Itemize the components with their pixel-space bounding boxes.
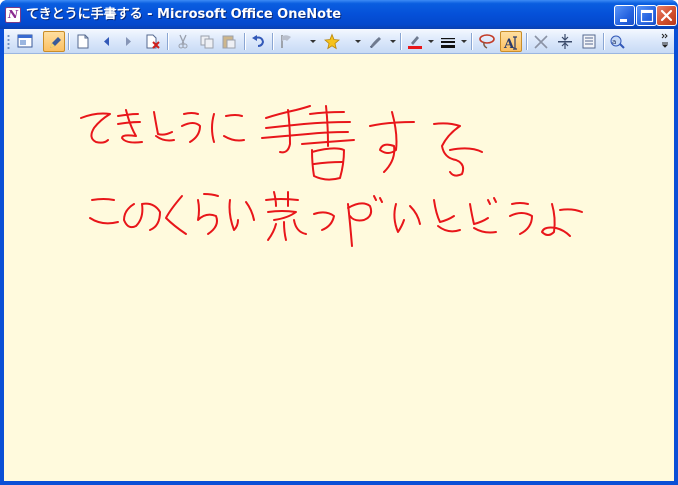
ink-stroke (261, 105, 311, 154)
ink-stroke (347, 195, 383, 247)
forward-icon (126, 37, 131, 46)
ink-stroke (509, 202, 533, 235)
pen-mode-icon (50, 37, 61, 48)
toolbar-separator (272, 33, 273, 50)
cut-icon (178, 34, 188, 49)
page-icon (582, 34, 596, 49)
toolbar-separator (526, 33, 527, 50)
star-tag-dropdown-arrow[interactable] (355, 40, 361, 43)
ink-stroke (301, 105, 355, 147)
insert-space-button[interactable] (554, 31, 576, 52)
ink-stroke (393, 203, 421, 233)
toolbar-separator (244, 33, 245, 50)
new-page-button[interactable] (72, 31, 94, 52)
back-icon (104, 37, 109, 46)
text-pen-toggle-button[interactable]: A (500, 31, 522, 52)
lasso-select-button[interactable] (476, 31, 498, 52)
ink-stroke (117, 109, 143, 144)
paste-button[interactable] (218, 31, 240, 52)
note-canvas[interactable] (4, 54, 674, 481)
text-pen-toggle-icon: A (503, 36, 517, 51)
font-color-dropdown-arrow[interactable] (428, 40, 434, 43)
minimize-button[interactable] (614, 5, 635, 26)
undo-icon (252, 35, 265, 47)
pen-dropdown-arrow[interactable] (390, 40, 396, 43)
flag-dropdown-arrow[interactable] (310, 40, 316, 43)
window-title: てきとうに手書する - Microsoft Office OneNote (26, 7, 342, 22)
ink-stroke (433, 199, 461, 233)
toolbar-separator (603, 33, 604, 50)
eraser-icon (534, 35, 548, 49)
lasso-select-icon (479, 34, 495, 49)
flag-icon (281, 35, 291, 48)
delete-page-button[interactable] (142, 31, 164, 52)
onenote-icon[interactable]: N (5, 7, 21, 23)
back-button[interactable] (96, 31, 118, 52)
toolbar-grip[interactable] (7, 34, 10, 49)
minimize-icon (620, 19, 627, 22)
line-style-icon (441, 38, 455, 48)
ink-stroke (197, 193, 219, 235)
window-bottom-border (0, 481, 678, 485)
ink-stroke (469, 197, 497, 234)
handwriting-ink[interactable] (4, 54, 674, 481)
pen-button[interactable] (365, 31, 387, 52)
research-icon: a (610, 35, 625, 49)
ink-stroke (165, 195, 187, 235)
line-style-button[interactable] (437, 31, 459, 52)
cut-button[interactable] (172, 31, 194, 52)
page-button[interactable] (578, 31, 600, 52)
ink-stroke (123, 202, 161, 231)
ink-stroke (181, 112, 201, 143)
flag-button[interactable] (276, 31, 298, 52)
ink-stroke (369, 111, 415, 173)
ink-stroke (541, 203, 583, 237)
close-button[interactable] (656, 5, 677, 26)
ink-stroke (153, 111, 175, 142)
toolbar-separator (400, 33, 401, 50)
paste-icon (222, 35, 236, 49)
insert-space-icon (558, 34, 572, 49)
new-page-icon (77, 34, 89, 49)
ink-stroke (89, 198, 119, 225)
onenote-window: N てきとうに手書する - Microsoft Office OneNote A… (0, 0, 678, 485)
ink-stroke (433, 122, 483, 177)
ink-stroke (211, 113, 245, 143)
full-page-view-button[interactable] (14, 31, 36, 52)
ink-stroke (311, 147, 345, 181)
ink-stroke (313, 211, 335, 231)
eraser-button[interactable] (530, 31, 552, 52)
ink-stroke (265, 191, 307, 241)
maximize-icon (640, 9, 654, 23)
title-bar[interactable]: N てきとうに手書する - Microsoft Office OneNote (0, 0, 678, 29)
full-page-view-icon (17, 34, 33, 48)
line-style-dropdown-arrow[interactable] (461, 40, 467, 43)
copy-button[interactable] (196, 31, 218, 52)
ink-stroke (80, 112, 111, 144)
delete-page-icon (146, 34, 160, 49)
toolbar-separator (471, 33, 472, 50)
maximize-button[interactable] (636, 5, 657, 26)
toolbar-separator (167, 33, 168, 50)
font-color-button[interactable] (404, 31, 426, 52)
undo-button[interactable] (248, 31, 270, 52)
close-icon (660, 9, 673, 22)
star-tag-icon (324, 33, 340, 50)
research-button[interactable]: a (607, 31, 629, 52)
toolbar-separator (68, 33, 69, 50)
pen-mode-button[interactable] (43, 31, 65, 52)
forward-button[interactable] (118, 31, 140, 52)
copy-icon (200, 35, 214, 49)
font-color-icon (408, 36, 422, 49)
svg-text:a: a (612, 38, 616, 46)
standard-toolbar: A a (4, 29, 674, 54)
toolbar-overflow-icon[interactable] (660, 32, 670, 50)
pen-icon (370, 37, 381, 48)
ink-stroke (228, 199, 255, 231)
star-tag-button[interactable] (321, 31, 343, 52)
